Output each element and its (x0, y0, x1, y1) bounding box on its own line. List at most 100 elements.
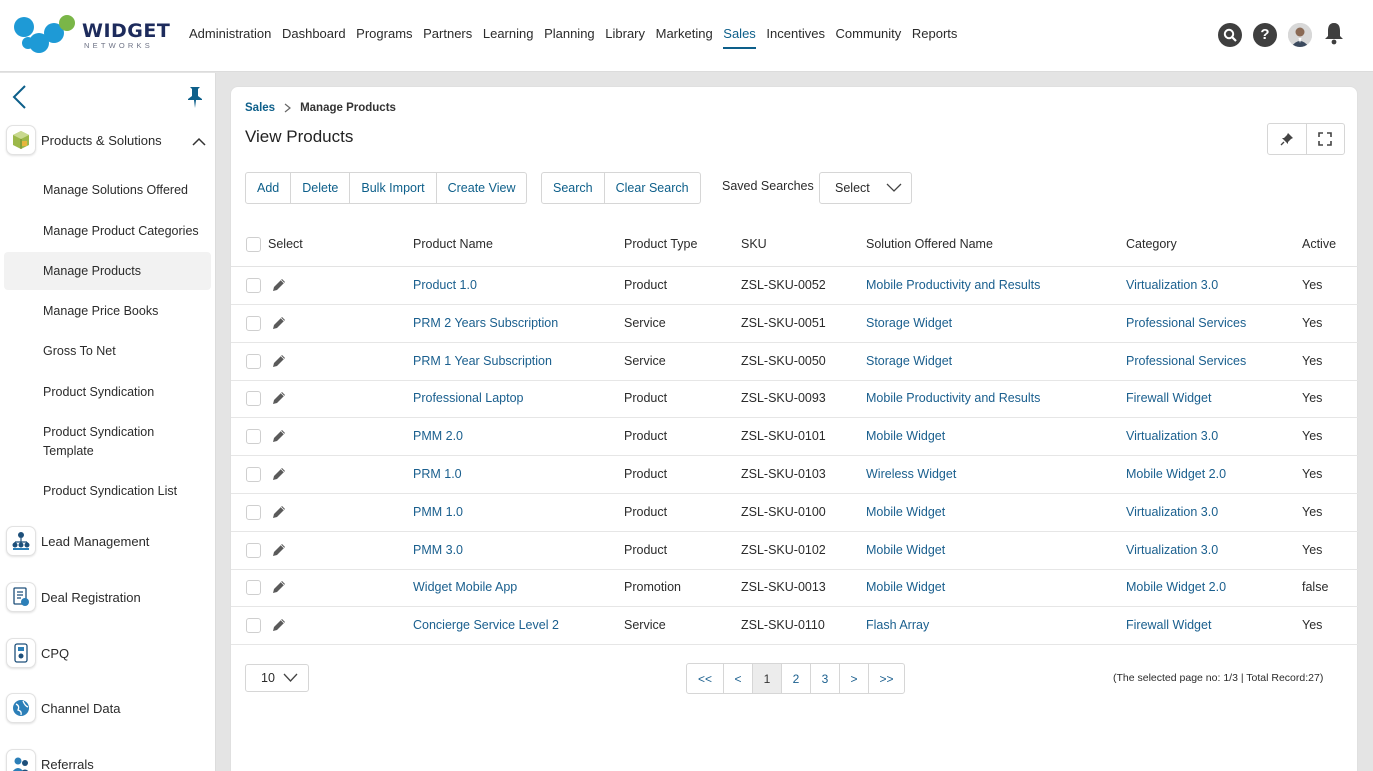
nav-planning[interactable]: Planning (544, 26, 595, 49)
edit-pencil-icon[interactable] (271, 428, 287, 444)
cell-product-name[interactable]: PMM 2.0 (413, 429, 463, 443)
cell-category[interactable]: Virtualization 3.0 (1126, 429, 1218, 443)
nav-partners[interactable]: Partners (423, 26, 472, 49)
sidebar-section-channel-data[interactable]: Channel Data (6, 693, 121, 723)
nav-administration[interactable]: Administration (189, 26, 271, 49)
nav-library[interactable]: Library (605, 26, 645, 49)
row-checkbox[interactable] (246, 353, 261, 369)
row-checkbox[interactable] (246, 580, 261, 596)
column-header-category[interactable]: Category (1126, 237, 1177, 251)
row-checkbox[interactable] (246, 542, 261, 558)
sidebar-item-gross-to-net[interactable]: Gross To Net (43, 342, 116, 361)
nav-learning[interactable]: Learning (483, 26, 534, 49)
row-checkbox[interactable] (246, 315, 261, 331)
cell-solution-offered[interactable]: Mobile Productivity and Results (866, 278, 1040, 292)
edit-pencil-icon[interactable] (271, 504, 287, 520)
next-page-button[interactable]: > (839, 664, 868, 693)
cell-product-name[interactable]: PRM 2 Years Subscription (413, 316, 558, 330)
sidebar-item-product-syndication-list[interactable]: Product Syndication List (43, 482, 177, 501)
cell-product-name[interactable]: Concierge Service Level 2 (413, 618, 559, 632)
cell-category[interactable]: Professional Services (1126, 354, 1246, 368)
chevron-left-icon[interactable] (10, 83, 30, 111)
fullscreen-icon[interactable] (1305, 124, 1345, 154)
cell-product-name[interactable]: PMM 1.0 (413, 505, 463, 519)
edit-pencil-icon[interactable] (271, 315, 287, 331)
nav-marketing[interactable]: Marketing (656, 26, 713, 49)
cell-category[interactable]: Firewall Widget (1126, 618, 1211, 632)
sidebar-item-product-syndication[interactable]: Product Syndication (43, 383, 154, 402)
sidebar-item-manage-price-books[interactable]: Manage Price Books (43, 302, 158, 321)
create-view-button[interactable]: Create View (435, 173, 527, 203)
edit-pencil-icon[interactable] (271, 277, 287, 293)
cell-solution-offered[interactable]: Mobile Widget (866, 505, 945, 519)
nav-community[interactable]: Community (836, 26, 902, 49)
nav-dashboard[interactable]: Dashboard (282, 26, 346, 49)
sidebar-item-product-syndication-template[interactable]: Product Syndication (43, 423, 154, 442)
cell-solution-offered[interactable]: Mobile Widget (866, 580, 945, 594)
select-all-checkbox[interactable] (246, 237, 261, 252)
chevron-up-icon[interactable] (192, 135, 206, 146)
bulk-import-button[interactable]: Bulk Import (349, 173, 435, 203)
row-checkbox[interactable] (246, 467, 261, 482)
cell-category[interactable]: Mobile Widget 2.0 (1126, 580, 1226, 594)
user-avatar[interactable] (1288, 22, 1312, 47)
cell-category[interactable]: Professional Services (1126, 316, 1246, 330)
row-checkbox[interactable] (246, 504, 261, 520)
page-1-button[interactable]: 1 (752, 664, 781, 693)
column-header-active[interactable]: Active (1302, 237, 1336, 251)
edit-pencil-icon[interactable] (271, 579, 287, 595)
edit-pencil-icon[interactable] (271, 466, 287, 482)
row-checkbox[interactable] (246, 391, 261, 407)
widget-networks-logo[interactable]: WIDGET NETWORKS (12, 13, 170, 57)
cell-product-name[interactable]: Professional Laptop (413, 391, 524, 405)
sidebar-section-deal-registration[interactable]: Deal Registration (6, 582, 141, 612)
add-button[interactable]: Add (246, 173, 290, 203)
page-size-select[interactable]: 10 (245, 664, 309, 692)
row-checkbox[interactable] (246, 429, 261, 445)
bell-icon[interactable] (1323, 21, 1345, 48)
pin-icon[interactable] (185, 85, 205, 109)
column-header-product-name[interactable]: Product Name (413, 237, 493, 251)
delete-button[interactable]: Delete (290, 173, 349, 203)
sidebar-section-cpq[interactable]: CPQ (6, 638, 69, 668)
cell-category[interactable]: Virtualization 3.0 (1126, 505, 1218, 519)
cell-product-name[interactable]: PMM 3.0 (413, 543, 463, 557)
sidebar-item-manage-solutions[interactable]: Manage Solutions Offered (43, 181, 188, 200)
cell-solution-offered[interactable]: Mobile Widget (866, 543, 945, 557)
cell-category[interactable]: Mobile Widget 2.0 (1126, 467, 1226, 481)
sidebar-section-products[interactable]: Products & Solutions (6, 125, 162, 155)
sidebar-item-manage-products[interactable]: Manage Products (43, 262, 141, 281)
prev-page-button[interactable]: < (723, 664, 752, 693)
clear-search-button[interactable]: Clear Search (603, 173, 700, 203)
breadcrumb-sales-link[interactable]: Sales (245, 102, 275, 114)
sidebar-section-lead-management[interactable]: Lead Management (6, 526, 149, 556)
cell-category[interactable]: Virtualization 3.0 (1126, 278, 1218, 292)
nav-sales[interactable]: Sales (723, 26, 756, 49)
cell-solution-offered[interactable]: Wireless Widget (866, 467, 956, 481)
row-checkbox[interactable] (246, 278, 261, 293)
cell-product-name[interactable]: Widget Mobile App (413, 580, 517, 594)
sidebar-section-referrals[interactable]: Referrals (6, 749, 94, 771)
nav-reports[interactable]: Reports (912, 26, 958, 49)
cell-product-name[interactable]: Product 1.0 (413, 278, 477, 292)
edit-pencil-icon[interactable] (271, 542, 287, 558)
last-page-button[interactable]: >> (868, 664, 904, 693)
pin-icon[interactable] (1268, 124, 1306, 154)
nav-programs[interactable]: Programs (356, 26, 412, 49)
cell-solution-offered[interactable]: Flash Array (866, 618, 929, 632)
cell-category[interactable]: Firewall Widget (1126, 391, 1211, 405)
sidebar-item-manage-product-categories[interactable]: Manage Product Categories (43, 222, 199, 241)
cell-solution-offered[interactable]: Storage Widget (866, 354, 952, 368)
cell-solution-offered[interactable]: Storage Widget (866, 316, 952, 330)
first-page-button[interactable]: << (687, 664, 723, 693)
cell-solution-offered[interactable]: Mobile Widget (866, 429, 945, 443)
column-header-sku[interactable]: SKU (741, 237, 767, 251)
cell-solution-offered[interactable]: Mobile Productivity and Results (866, 391, 1040, 405)
edit-pencil-icon[interactable] (271, 617, 287, 633)
page-3-button[interactable]: 3 (810, 664, 839, 693)
edit-pencil-icon[interactable] (271, 390, 287, 406)
cell-category[interactable]: Virtualization 3.0 (1126, 543, 1218, 557)
sidebar-item-product-syndication-template-line2[interactable]: Template (43, 442, 94, 461)
nav-incentives[interactable]: Incentives (766, 26, 825, 49)
search-button[interactable]: Search (542, 173, 604, 203)
